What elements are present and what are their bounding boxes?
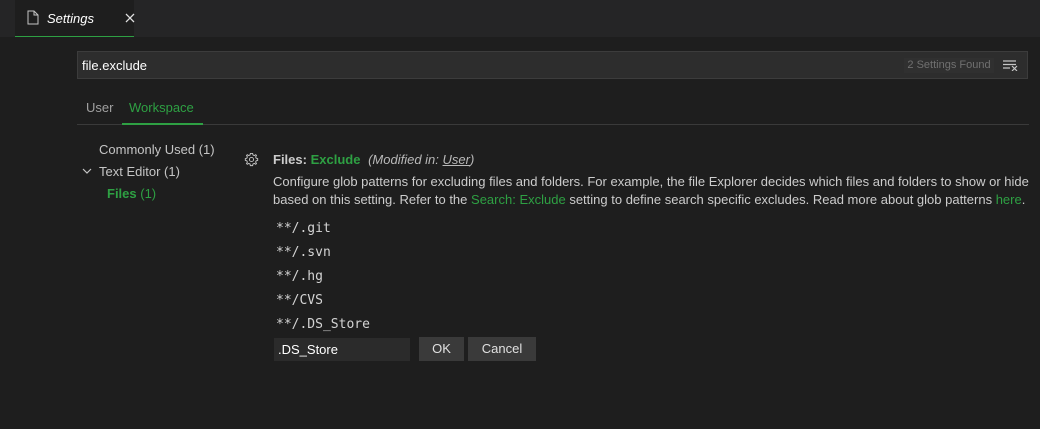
setting-description: Configure glob patterns for excluding fi…: [273, 173, 1033, 209]
exclude-pattern-item[interactable]: **/.DS_Store: [276, 317, 370, 332]
search-input[interactable]: [82, 52, 892, 78]
editor-tab-bar: Settings: [0, 0, 1040, 37]
scope-tabs: User Workspace: [77, 94, 1029, 125]
modified-indicator: (Modified in: User): [368, 152, 474, 167]
exclude-pattern-item[interactable]: **/.git: [276, 221, 331, 236]
setting-title: Files: Exclude (Modified in: User): [273, 152, 474, 167]
gear-icon[interactable]: [244, 152, 259, 167]
settings-tab[interactable]: Settings: [15, 0, 135, 37]
description-end: .: [1021, 192, 1026, 207]
toc-item-text-editor[interactable]: Text Editor (1): [99, 164, 180, 179]
toc-files-count: (1): [140, 186, 157, 201]
close-icon[interactable]: [125, 13, 135, 23]
exclude-pattern-item[interactable]: **/CVS: [276, 293, 323, 308]
file-icon: [27, 10, 39, 25]
toc-item-commonly-used[interactable]: Commonly Used (1): [99, 142, 215, 157]
setting-key: Exclude: [310, 152, 361, 167]
exclude-pattern-item[interactable]: **/.svn: [276, 245, 331, 260]
toc-item-files[interactable]: Files (1): [107, 186, 156, 201]
toc-files-label: Files: [107, 186, 137, 201]
clear-filter-icon[interactable]: [1003, 60, 1018, 71]
setting-category: Files:: [273, 152, 307, 167]
results-count-badge: 2 Settings Found: [904, 58, 994, 73]
modified-suffix: ): [469, 152, 475, 167]
search-exclude-link[interactable]: Search: Exclude: [471, 192, 566, 207]
active-tab-indicator: [122, 123, 203, 125]
settings-search-box: 2 Settings Found: [77, 51, 1028, 79]
tab-user[interactable]: User: [86, 100, 113, 115]
settings-tab-label: Settings: [47, 11, 94, 26]
ok-button[interactable]: OK: [419, 337, 464, 361]
exclude-pattern-item[interactable]: **/.hg: [276, 269, 323, 284]
tab-workspace[interactable]: Workspace: [129, 100, 194, 115]
glob-patterns-here-link[interactable]: here: [996, 192, 1022, 207]
modified-prefix: (Modified in:: [368, 152, 439, 167]
chevron-down-icon[interactable]: [82, 168, 92, 175]
description-text-2: setting to define search specific exclud…: [569, 192, 993, 207]
pattern-edit-input[interactable]: [274, 338, 410, 361]
modified-in-user-link[interactable]: User: [443, 152, 470, 167]
cancel-button[interactable]: Cancel: [468, 337, 536, 361]
